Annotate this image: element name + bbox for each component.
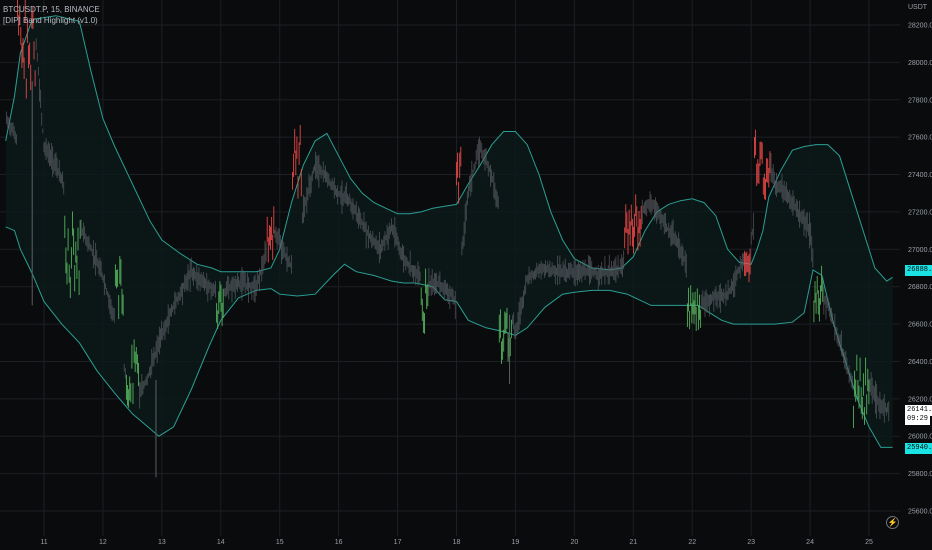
bar-countdown-tag: 09:29 — [905, 414, 931, 425]
y-tick-label: 26000.0 — [908, 434, 932, 441]
y-tick-label: 27600.0 — [908, 135, 932, 142]
x-tick-label: 22 — [688, 539, 696, 546]
indicator-title[interactable]: [DIP] Band Highlight (v1.0) — [3, 16, 98, 25]
x-tick-label: 20 — [570, 539, 578, 546]
y-tick-label: 28200.0 — [908, 23, 932, 30]
y-tick-label: 25800.0 — [908, 471, 932, 478]
x-tick-label: 23 — [747, 539, 755, 546]
lightning-icon[interactable]: ⚡ — [886, 516, 899, 529]
currency-label: USDT — [908, 4, 928, 11]
x-tick-label: 17 — [394, 539, 402, 546]
symbol-title[interactable]: BTCUSDT.P, 15, BINANCE — [3, 5, 100, 14]
x-tick-label: 25 — [865, 539, 873, 546]
y-tick-label: 26200.0 — [908, 396, 932, 403]
x-tick-label: 14 — [217, 539, 225, 546]
y-tick-label: 27800.0 — [908, 97, 932, 104]
lower-band-price-tag: 25940.0 — [905, 443, 932, 454]
y-tick-label: 27400.0 — [908, 172, 932, 179]
y-tick-label: 27000.0 — [908, 247, 932, 254]
x-axis: 11 12 13 14 15 16 17 18 19 20 21 22 23 24 25 — [40, 539, 873, 546]
x-tick-label: 18 — [453, 539, 461, 546]
x-tick-label: 15 — [276, 539, 284, 546]
x-tick-label: 19 — [512, 539, 520, 546]
x-tick-label: 12 — [99, 539, 107, 546]
x-tick-label: 21 — [629, 539, 637, 546]
y-tick-label: 26600.0 — [908, 322, 932, 329]
price-chart[interactable]: 11 12 13 14 15 16 17 18 19 20 21 22 23 24 25 25600.0 25… — [0, 0, 932, 550]
y-tick-label: 26400.0 — [908, 359, 932, 366]
y-tick-label: 28000.0 — [908, 60, 932, 67]
x-tick-label: 24 — [806, 539, 814, 546]
upper-band-price-tag: 26888.1 — [905, 265, 932, 276]
y-tick-label: 25600.0 — [908, 509, 932, 516]
y-tick-label: 26800.0 — [908, 284, 932, 291]
y-tick-label: 27200.0 — [908, 209, 932, 216]
x-tick-label: 16 — [335, 539, 343, 546]
x-tick-label: 13 — [158, 539, 166, 546]
x-tick-label: 11 — [40, 539, 47, 546]
